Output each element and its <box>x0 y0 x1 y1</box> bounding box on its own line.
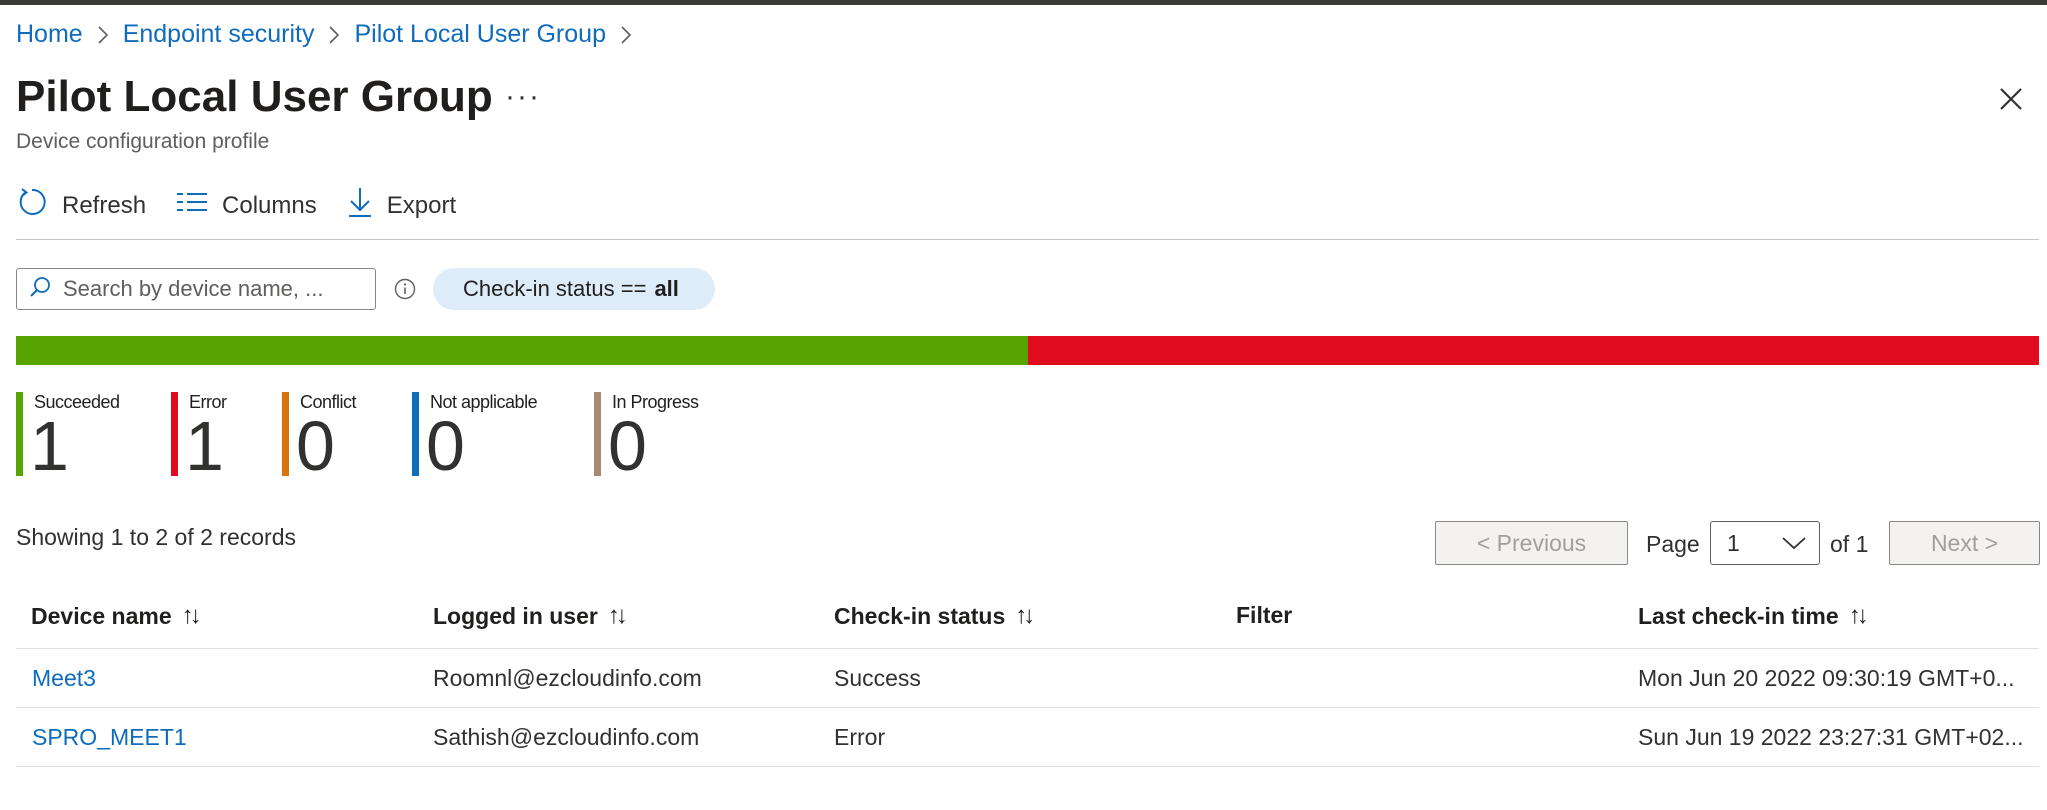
column-header-label: Last check-in time <box>1638 602 1839 629</box>
last-checkin-time-cell: Sun Jun 19 2022 23:27:31 GMT+02... <box>1638 724 2024 750</box>
export-button[interactable]: Export <box>347 186 456 225</box>
breadcrumb-pilot-local-user-group[interactable]: Pilot Local User Group <box>354 20 606 49</box>
search-input[interactable] <box>61 275 365 303</box>
columns-icon <box>176 190 222 221</box>
sort-icon: ↑↓ <box>607 602 628 629</box>
column-header-logged-in-user[interactable]: Logged in user ↑↓ <box>433 602 628 630</box>
legend-color-bar <box>171 392 178 476</box>
column-header-last-checkin-time[interactable]: Last check-in time ↑↓ <box>1638 602 1869 630</box>
legend-count: 0 <box>426 407 465 485</box>
legend-count: 0 <box>296 407 335 485</box>
page-title: Pilot Local User Group <box>16 72 493 121</box>
toolbar: Refresh Columns Export <box>16 186 486 225</box>
sort-icon: ↑↓ <box>1848 602 1869 629</box>
status-bar-error-segment <box>1027 336 2039 365</box>
filter-prefix: Check-in status == <box>463 276 647 301</box>
search-box[interactable] <box>16 268 376 310</box>
legend-count: 0 <box>608 407 647 485</box>
checkin-status-filter-pill[interactable]: Check-in status == all <box>433 268 715 310</box>
legend-count: 1 <box>185 407 224 485</box>
table-row[interactable]: Meet3 Roomnl@ezcloudinfo.com Success Mon… <box>16 649 2039 708</box>
device-name-link[interactable]: Meet3 <box>32 665 96 692</box>
refresh-label: Refresh <box>62 191 147 219</box>
export-label: Export <box>386 191 457 219</box>
page-select[interactable]: 1 <box>1710 521 1820 565</box>
legend-color-bar <box>594 392 601 476</box>
column-header-label: Device name <box>31 602 172 629</box>
page-total: of 1 <box>1830 531 1869 557</box>
column-header-label: Check-in status <box>834 602 1006 629</box>
refresh-icon <box>16 186 62 225</box>
toolbar-divider <box>16 239 2039 240</box>
status-bar-succeeded-segment <box>16 336 1028 365</box>
table-row[interactable]: SPRO_MEET1 Sathish@ezcloudinfo.com Error… <box>16 708 2039 767</box>
page-subtitle: Device configuration profile <box>16 130 270 153</box>
table-header: Device name ↑↓ Logged in user ↑↓ Check-in … <box>16 598 2039 649</box>
info-icon[interactable] <box>394 278 416 300</box>
previous-page-button[interactable]: < Previous <box>1435 521 1628 565</box>
chevron-right-icon <box>620 25 632 45</box>
sort-icon: ↑↓ <box>1015 602 1035 629</box>
close-icon[interactable] <box>1994 82 2028 116</box>
columns-button[interactable]: Columns <box>176 190 317 221</box>
last-checkin-time-cell: Mon Jun 20 2022 09:30:19 GMT+0... <box>1638 665 2015 691</box>
filter-value: all <box>654 276 679 301</box>
legend-color-bar <box>16 392 23 476</box>
legend-color-bar <box>412 392 419 476</box>
column-header-filter: Filter <box>1236 602 1292 629</box>
sort-icon: ↑↓ <box>181 602 202 629</box>
columns-label: Columns <box>222 191 317 219</box>
page-label: Page <box>1646 531 1700 557</box>
column-header-label: Filter <box>1236 602 1293 628</box>
legend-count: 1 <box>30 407 69 485</box>
breadcrumb-endpoint-security[interactable]: Endpoint security <box>123 20 315 49</box>
search-icon <box>17 276 61 303</box>
column-header-label: Logged in user <box>433 602 598 629</box>
more-options-button[interactable]: ··· <box>505 80 541 114</box>
refresh-button[interactable]: Refresh <box>16 186 146 225</box>
legend-color-bar <box>282 392 289 476</box>
breadcrumb-home[interactable]: Home <box>16 20 83 49</box>
page-select-value: 1 <box>1727 529 1740 556</box>
download-icon <box>347 186 387 225</box>
chevron-right-icon <box>328 25 340 45</box>
column-header-device-name[interactable]: Device name ↑↓ <box>31 602 202 630</box>
breadcrumb: Home Endpoint security Pilot Local User … <box>16 20 646 49</box>
column-header-checkin-status[interactable]: Check-in status ↑↓ <box>834 602 1035 630</box>
checkin-status-cell: Success <box>834 665 921 691</box>
logged-in-user-cell: Sathish@ezcloudinfo.com <box>433 724 700 750</box>
chevron-right-icon <box>97 25 109 45</box>
status-distribution-bar <box>16 336 2039 365</box>
checkin-status-cell: Error <box>834 724 886 750</box>
top-border <box>0 0 2047 5</box>
device-name-link[interactable]: SPRO_MEET1 <box>32 724 187 751</box>
next-page-button[interactable]: Next > <box>1889 521 2040 565</box>
logged-in-user-cell: Roomnl@ezcloudinfo.com <box>433 665 702 691</box>
records-count: Showing 1 to 2 of 2 records <box>16 524 296 550</box>
